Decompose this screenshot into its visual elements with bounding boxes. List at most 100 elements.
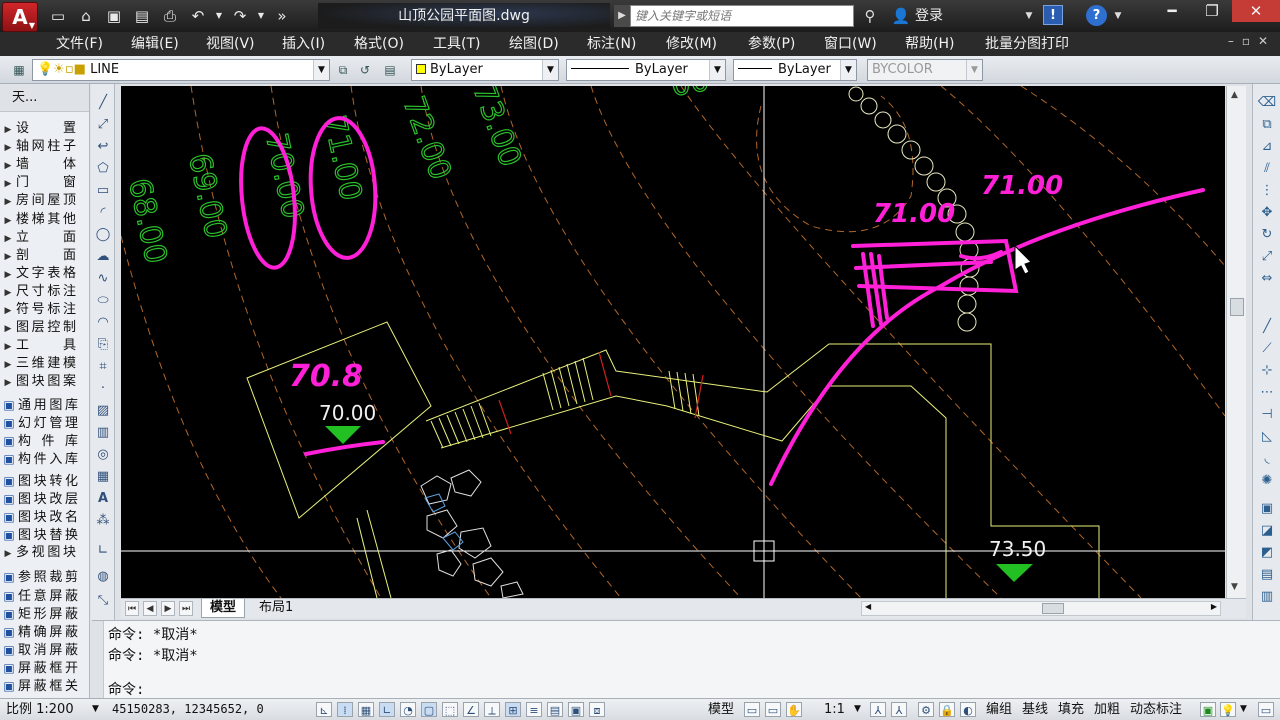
menu-view[interactable]: 视图(V) [206,32,255,56]
gradient-icon[interactable]: ▥ [94,424,112,442]
hatch-back-icon[interactable]: ▥ [1257,588,1277,606]
break-at-point-icon[interactable]: ⊹ [1257,362,1277,380]
panel-item-symbol-annotation[interactable]: ▶ 符号标注 [0,301,88,319]
vertical-scrollbar[interactable]: ▲ ▼ [1226,86,1246,598]
color-dropdown[interactable]: ByLayer ▼ [411,59,559,81]
drawing-scale[interactable]: 比例 1:200 [6,699,74,720]
stretch-icon[interactable]: ⇔ [1257,270,1277,288]
scroll-up-icon[interactable]: ▲ [1231,90,1238,100]
menu-tools[interactable]: 工具(T) [433,32,480,56]
panel-item-door-window[interactable]: ▶ 门 窗 [0,174,88,192]
tab-model[interactable]: 模型 [201,599,246,618]
panel-item-3d-modeling[interactable]: ▶ 三维建模 [0,355,88,373]
tab-layout1[interactable]: 布局1 [251,599,301,618]
construction-line-icon[interactable]: ⤢ [94,116,112,134]
help-dropdown-icon[interactable]: ▼ [1112,4,1124,28]
panel-item-dimension[interactable]: ▶ 尺寸标注 [0,283,88,301]
layer-previous-icon[interactable]: ↺ [356,61,374,79]
panel-item-component-library[interactable]: ▣ 构 件 库 [0,432,88,450]
quick-view-drawings-icon[interactable]: ▭ [765,702,781,717]
insert-block-icon[interactable]: ⎘ [94,336,112,354]
arc-icon[interactable]: ◜ [94,204,112,222]
restore-icon[interactable]: ❐ [1192,0,1232,22]
snap-mode-icon[interactable]: ⁞ [337,702,353,717]
save-icon[interactable]: ▣ [102,4,126,28]
multiline-text-icon[interactable]: A [94,490,112,508]
object-snap-icon[interactable]: ▢ [421,702,437,717]
line-icon[interactable]: ╱ [94,94,112,112]
panel-item-cancel-mask[interactable]: ▣ 取消屏蔽 [0,641,88,659]
add-selected-icon[interactable]: ⁂ [94,512,112,530]
menu-file[interactable]: 文件(F) [56,32,103,56]
scrollbar-thumb[interactable] [1230,298,1244,316]
panel-item-rect-mask[interactable]: ▣ 矩形屏蔽 [0,605,88,623]
lock-icon[interactable]: 🔒 [939,702,955,717]
panel-item-layer-control[interactable]: ▶ 图层控制 [0,319,88,337]
menu-parametric[interactable]: 参数(P) [748,32,795,56]
annotation-scale-dropdown-icon[interactable]: ▼ [854,699,861,720]
panel-item-xref-clip[interactable]: ▣ 参照裁剪 [0,568,88,586]
lineweight-dropdown[interactable]: ByLayer ▼ [733,59,857,81]
object-snap-tracking-icon[interactable]: ∠ [463,702,479,717]
pan-status-icon[interactable]: ✋ [786,702,802,717]
navigate-icon[interactable]: ◍ [94,568,112,586]
user-icon[interactable]: 👤 [890,4,912,28]
last-tab-icon[interactable]: ⏭ [179,601,193,616]
ellipse-icon[interactable]: ⬭ [94,292,112,310]
polyline-icon[interactable]: ↩ [94,138,112,156]
dynamic-ucs-icon[interactable]: ⟂ [484,702,500,717]
drawing-canvas[interactable]: 68.00 69.00 70.00 71.00 72.00 73.00 00 [121,86,1225,598]
minimize-icon[interactable]: ━ [1152,0,1192,22]
more-tools-icon[interactable]: » [270,4,294,28]
panel-item-wall[interactable]: ▶ 墙 体 [0,156,88,174]
ucs-icon[interactable]: ∟ [94,542,112,560]
model-space-label[interactable]: 模型 [708,699,734,720]
circle-icon[interactable]: ◯ [94,226,112,244]
horizontal-scrollbar[interactable]: ◀ ▶ [861,601,1221,616]
ellipse-arc-icon[interactable]: ◠ [94,314,112,332]
scroll-right-icon[interactable]: ▶ [1211,602,1217,611]
point-icon[interactable]: · [94,380,112,398]
panel-item-component-import[interactable]: ▣ 构件入库 [0,450,88,468]
array-icon[interactable]: ⋮ [1257,182,1277,200]
panel-header[interactable]: 天... [0,84,89,112]
pan-icon[interactable]: ⤡ [94,592,112,610]
panel-item-block-rename[interactable]: ▣ 图块改名 [0,508,88,526]
polygon-icon[interactable]: ⬠ [94,160,112,178]
panel-item-block-replace[interactable]: ▣ 图块替换 [0,526,88,544]
status-menu-icon[interactable]: ▼ [1240,699,1247,720]
join-icon[interactable]: ⊣ [1257,406,1277,424]
coordinates-readout[interactable]: 45150283, 12345652, 0 [112,699,264,720]
open-icon[interactable]: ⌂ [74,4,98,28]
panel-item-mask-frame-on[interactable]: ▣ 屏蔽框开 [0,659,88,677]
redo-icon[interactable]: ↷ [228,4,252,28]
panel-item-stairs-other[interactable]: ▶ 楼梯其他 [0,211,88,229]
plot-icon[interactable]: ⎙ [158,4,182,28]
undo-icon[interactable]: ↶ [186,4,210,28]
exchange-icon[interactable]: ! [1043,5,1063,25]
bold-toggle[interactable]: 加粗 [1094,699,1120,720]
document-window-controls[interactable]: –▫✕ [1228,34,1276,48]
panel-item-block-convert[interactable]: ▣ 图块转化 [0,472,88,490]
scale-icon[interactable]: ⤢ [1257,248,1277,266]
erase-icon[interactable]: ⌫ [1257,94,1277,112]
dynamic-dimension-toggle[interactable]: 动态标注 [1130,699,1182,720]
first-tab-icon[interactable]: ⏮ [125,601,139,616]
menu-window[interactable]: 窗口(W) [824,32,877,56]
grid-display-icon[interactable]: ▦ [358,702,374,717]
panel-item-block-relayer[interactable]: ▣ 图块改层 [0,490,88,508]
panel-item-slide-manager[interactable]: ▣ 幻灯管理 [0,414,88,432]
panel-item-free-mask[interactable]: ▣ 任意屏蔽 [0,587,88,605]
move-icon[interactable]: ✥ [1257,204,1277,222]
command-window-grip[interactable] [92,621,104,699]
panel-item-precise-mask[interactable]: ▣ 精确屏蔽 [0,623,88,641]
bulb-icon[interactable]: 💡 [1220,702,1236,717]
make-current-layer-icon[interactable]: ⧉ [334,61,352,79]
panel-item-block-pattern[interactable]: ▶ 图块图案 [0,373,88,391]
saveas-icon[interactable]: ▤ [130,4,154,28]
menu-insert[interactable]: 插入(I) [282,32,325,56]
rotate-icon[interactable]: ↻ [1257,226,1277,244]
panel-item-text-table[interactable]: ▶ 文字表格 [0,265,88,283]
new-icon[interactable]: ▭ [46,4,70,28]
dynamic-input-icon[interactable]: ⊞ [505,702,521,717]
